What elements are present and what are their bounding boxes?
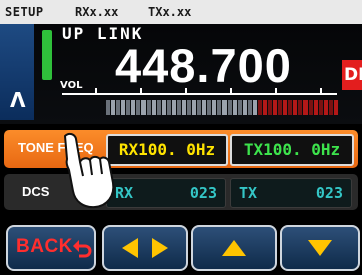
meter-segment — [161, 100, 166, 115]
dcs-label[interactable]: DCS — [22, 184, 49, 199]
tx-dcs-code: 023 — [315, 184, 343, 202]
volume-tick — [275, 88, 277, 95]
volume-tick — [140, 88, 142, 95]
signal-meter — [106, 100, 338, 115]
meter-segment — [288, 100, 293, 115]
meter-segment — [257, 100, 262, 115]
volume-tick — [185, 88, 187, 95]
signal-indicator-bar — [42, 30, 52, 80]
meter-segment — [318, 100, 323, 115]
meter-segment — [181, 100, 186, 115]
frequency-readout: 448.700 — [115, 39, 292, 92]
meter-segment — [328, 100, 333, 115]
meter-segment — [156, 100, 161, 115]
meter-segment — [303, 100, 308, 115]
meter-segment — [268, 100, 273, 115]
up-triangle-icon — [222, 240, 246, 256]
meter-segment — [323, 100, 328, 115]
meter-segment — [197, 100, 202, 115]
back-button-label[interactable]: BACK — [16, 236, 73, 258]
radio-screen: SETUP RXx.xx TXx.xx Λ UP LINK 448.700 DN… — [0, 0, 362, 275]
meter-segment — [141, 100, 146, 115]
meter-segment — [293, 100, 298, 115]
meter-segment — [333, 100, 338, 115]
meter-segment — [252, 100, 257, 115]
meter-segment — [111, 100, 116, 115]
meter-segment — [262, 100, 267, 115]
meter-segment — [283, 100, 288, 115]
rx-setup-indicator: RXx.xx — [75, 5, 119, 19]
meter-segment — [278, 100, 283, 115]
tx-dcs-field[interactable]: TX 023 — [230, 178, 352, 208]
left-right-arrows-icon — [122, 238, 168, 258]
meter-segment — [146, 100, 151, 115]
vfo-arrow: Λ — [10, 88, 26, 112]
meter-segment — [171, 100, 176, 115]
meter-segment — [151, 100, 156, 115]
meter-segment — [121, 100, 126, 115]
meter-segment — [116, 100, 121, 115]
meter-segment — [313, 100, 318, 115]
meter-segment — [217, 100, 222, 115]
volume-label: VOL — [60, 80, 83, 91]
meter-segment — [273, 100, 278, 115]
pointing-hand-icon — [64, 132, 115, 209]
down-triangle-icon — [308, 240, 332, 256]
rx-dcs-field[interactable]: RX 023 — [106, 178, 226, 208]
meter-segment — [176, 100, 181, 115]
direction-badge: DN — [342, 60, 362, 90]
meter-segment — [187, 100, 192, 115]
return-arrow-icon — [73, 240, 92, 258]
meter-segment — [212, 100, 217, 115]
meter-segment — [207, 100, 212, 115]
meter-segment — [232, 100, 237, 115]
meter-segment — [106, 100, 111, 115]
meter-segment — [308, 100, 313, 115]
volume-tick — [320, 88, 322, 95]
meter-segment — [237, 100, 242, 115]
volume-scale-line — [62, 93, 337, 95]
meter-segment — [227, 100, 232, 115]
tx-setup-indicator: TXx.xx — [148, 5, 192, 19]
meter-segment — [136, 100, 141, 115]
meter-segment — [192, 100, 197, 115]
meter-segment — [131, 100, 136, 115]
meter-segment — [126, 100, 131, 115]
meter-segment — [222, 100, 227, 115]
meter-segment — [202, 100, 207, 115]
volume-tick — [230, 88, 232, 95]
tx-dcs-label: TX — [239, 184, 258, 202]
tx-tone-field[interactable]: TX100. 0Hz — [230, 134, 354, 166]
setup-label: SETUP — [5, 5, 44, 19]
rx-dcs-code: 023 — [189, 184, 217, 202]
meter-segment — [166, 100, 171, 115]
meter-segment — [247, 100, 252, 115]
meter-segment — [242, 100, 247, 115]
meter-segment — [298, 100, 303, 115]
volume-tick — [95, 88, 97, 95]
rx-tone-field[interactable]: RX100. 0Hz — [106, 134, 228, 166]
